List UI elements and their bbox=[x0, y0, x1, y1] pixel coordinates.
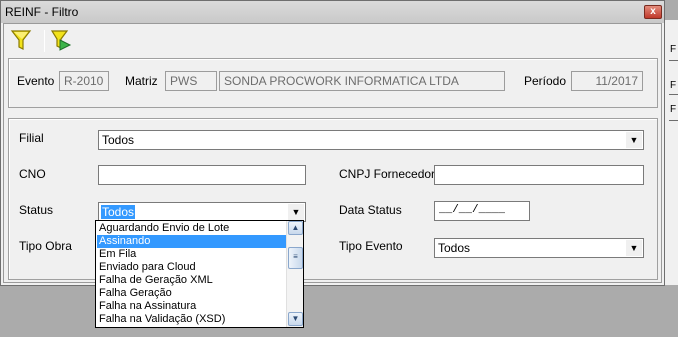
status-value: Todos bbox=[101, 205, 136, 219]
cnpj-fornecedor-input[interactable] bbox=[434, 165, 644, 185]
list-item[interactable]: Falha de Geração XML bbox=[97, 274, 286, 287]
chevron-up-icon: ▲ bbox=[291, 223, 300, 232]
dropdown-scrollbar[interactable]: ▲ ≡ ▼ bbox=[286, 221, 303, 327]
list-item[interactable]: Em Fila bbox=[97, 248, 286, 261]
apply-filter-button[interactable] bbox=[10, 28, 34, 52]
status-select[interactable]: Todos ▼ bbox=[98, 202, 306, 222]
toolbar-separator bbox=[44, 30, 45, 52]
cno-input[interactable] bbox=[98, 165, 306, 185]
list-item[interactable]: Aguardando Envio de Lote bbox=[97, 222, 286, 235]
list-item[interactable]: Falha Geração bbox=[97, 287, 286, 300]
status-dropdown-list: Aguardando Envio de Lote Assinando Em Fi… bbox=[95, 220, 304, 328]
data-status-input[interactable]: __/__/____ bbox=[434, 201, 530, 221]
close-button[interactable]: x bbox=[644, 5, 662, 19]
tipo-evento-select[interactable]: Todos ▼ bbox=[434, 238, 644, 258]
cnpj-fornecedor-label: CNPJ Fornecedor bbox=[339, 167, 436, 181]
background-label: F bbox=[670, 44, 677, 55]
divider bbox=[669, 94, 678, 95]
list-item[interactable]: Falha na Validação (XSD) bbox=[97, 313, 286, 326]
list-item[interactable]: Assinando bbox=[97, 235, 286, 248]
evento-field: R-2010 bbox=[59, 71, 109, 91]
tipo-evento-value: Todos bbox=[438, 241, 471, 255]
tipo-evento-label: Tipo Evento bbox=[339, 239, 403, 253]
background-label: F bbox=[670, 104, 677, 115]
filial-select[interactable]: Todos ▼ bbox=[98, 130, 644, 150]
filial-label: Filial bbox=[19, 131, 44, 145]
evento-label: Evento bbox=[17, 74, 55, 88]
list-item[interactable]: Falha na Assinatura bbox=[97, 300, 286, 313]
clear-filter-button[interactable] bbox=[50, 28, 74, 52]
chevron-down-icon[interactable]: ▼ bbox=[626, 132, 642, 148]
periodo-label: Período bbox=[524, 74, 567, 88]
matriz-label: Matriz bbox=[125, 74, 158, 88]
matriz-name-field: SONDA PROCWORK INFORMATICA LTDA bbox=[219, 71, 505, 91]
cno-label: CNO bbox=[19, 167, 46, 181]
data-status-label: Data Status bbox=[339, 203, 402, 217]
scroll-up-button[interactable]: ▲ bbox=[288, 221, 303, 235]
status-label: Status bbox=[19, 203, 54, 217]
chevron-down-icon: ▼ bbox=[291, 314, 300, 323]
scroll-thumb[interactable]: ≡ bbox=[288, 247, 303, 269]
tipo-obra-label: Tipo Obra bbox=[19, 239, 72, 253]
clear-filter-icon bbox=[50, 30, 72, 51]
divider bbox=[669, 120, 678, 121]
list-item[interactable]: Enviado para Cloud bbox=[97, 261, 286, 274]
filial-value: Todos bbox=[102, 133, 135, 147]
grip-icon: ≡ bbox=[293, 252, 298, 261]
matriz-code-field: PWS bbox=[165, 71, 217, 91]
filter-icon bbox=[10, 30, 32, 50]
periodo-field: 11/2017 bbox=[571, 71, 643, 91]
window-title: REINF - Filtro bbox=[5, 5, 79, 19]
chevron-down-icon[interactable]: ▼ bbox=[288, 204, 304, 220]
background-label: F bbox=[670, 80, 677, 91]
title-bar[interactable]: REINF - Filtro x bbox=[1, 1, 664, 23]
close-icon: x bbox=[650, 6, 656, 17]
divider bbox=[669, 60, 678, 61]
header-panel: Evento R-2010 Matriz PWS SONDA PROCWORK … bbox=[8, 58, 658, 108]
scroll-down-button[interactable]: ▼ bbox=[288, 312, 303, 326]
chevron-down-icon[interactable]: ▼ bbox=[626, 240, 642, 256]
